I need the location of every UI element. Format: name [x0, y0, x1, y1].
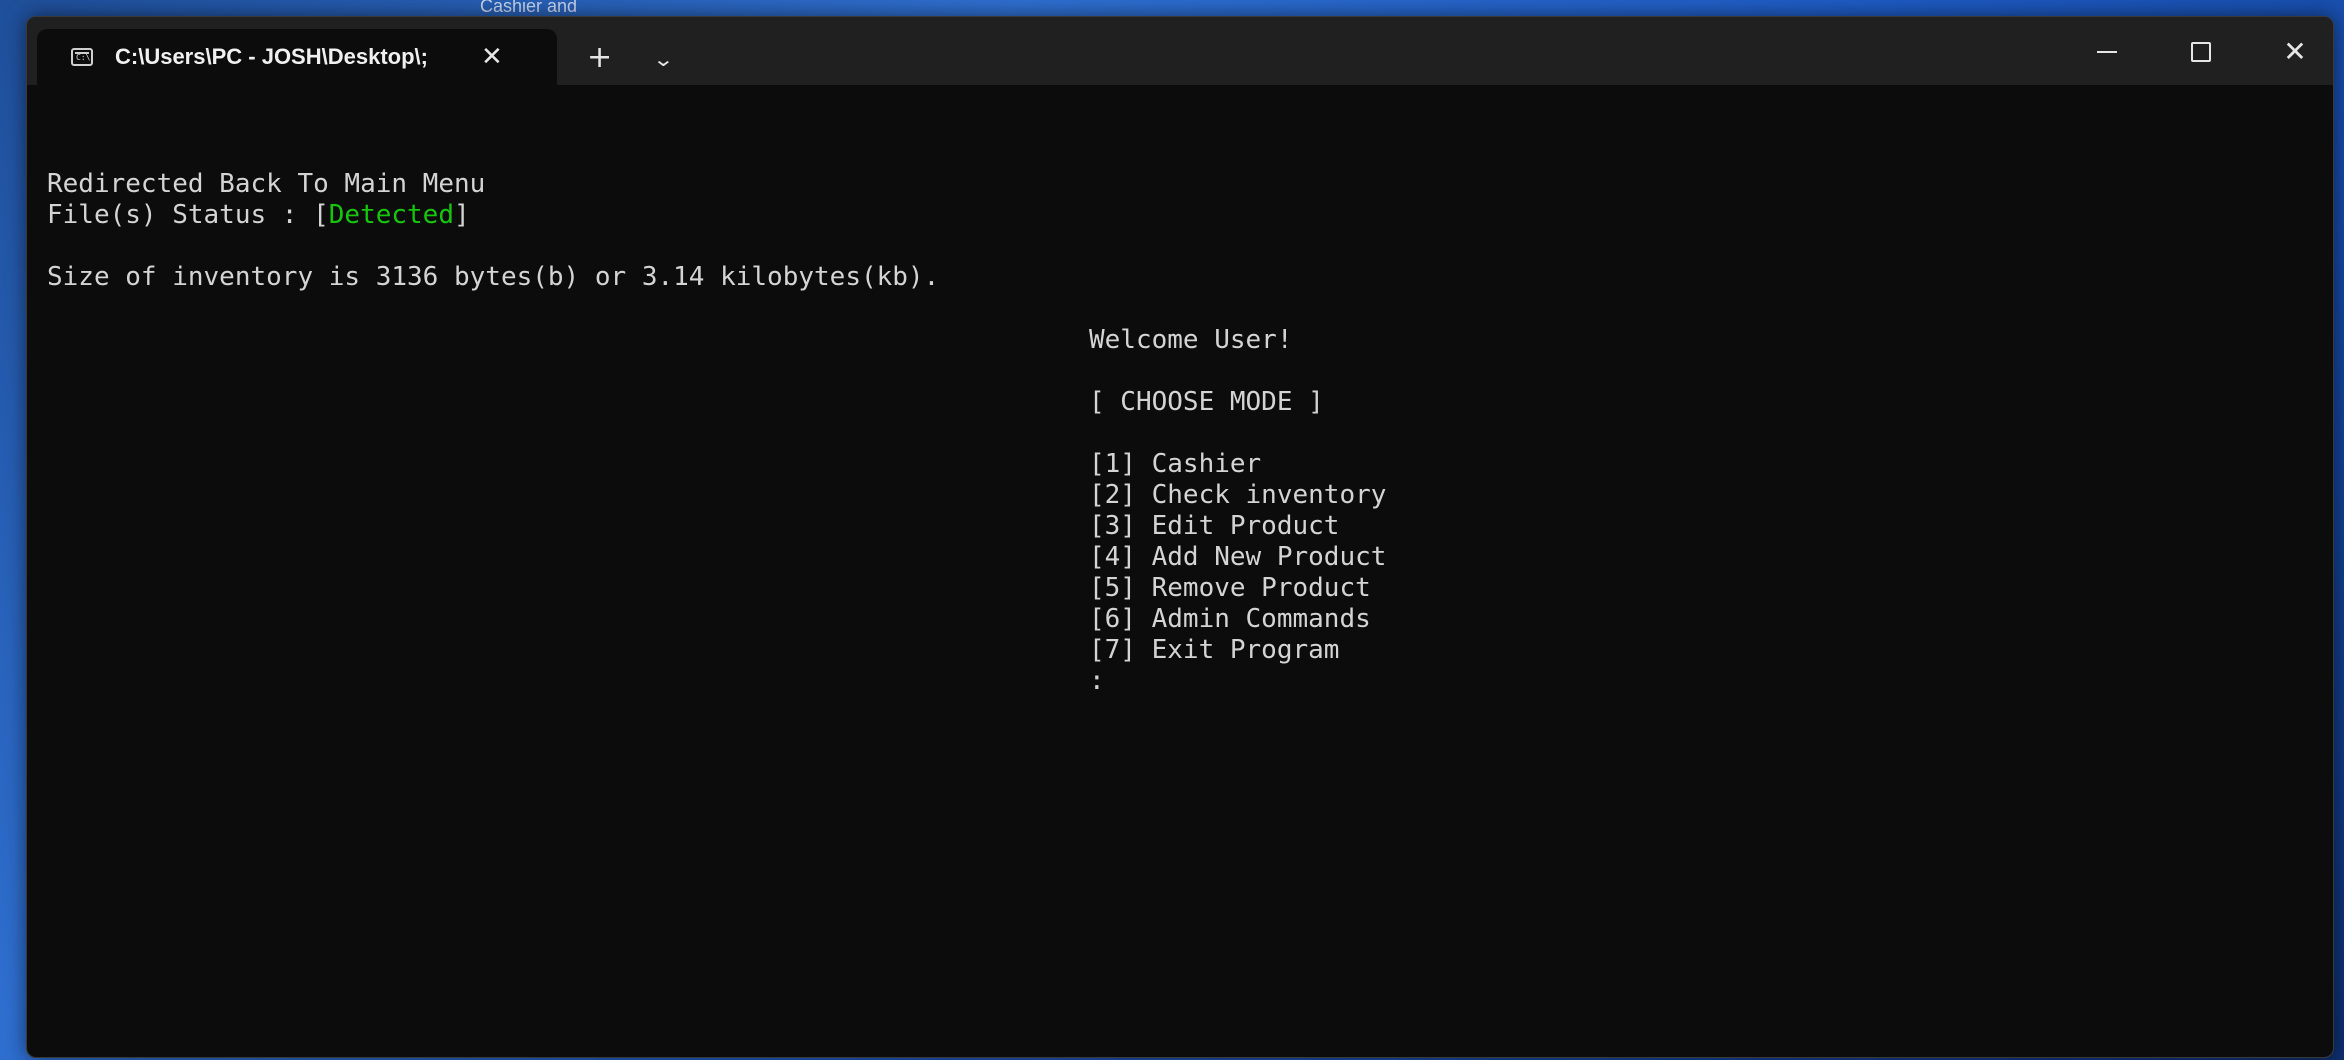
- menu-option-add-new-product: [4] Add New Product: [1089, 542, 1387, 572]
- file-status-value: Detected: [328, 200, 454, 230]
- tab-title: C:\Users\PC - JOSH\Desktop\;: [115, 44, 428, 69]
- terminal-icon: C:\: [71, 48, 93, 66]
- menu-option-admin-commands: [6] Admin Commands: [1089, 604, 1371, 634]
- tab-dropdown-icon[interactable]: ⌄: [652, 47, 674, 71]
- terminal-tab[interactable]: C:\ C:\Users\PC - JOSH\Desktop\; ✕: [37, 29, 557, 85]
- file-status-line: File(s) Status : [Detected]: [47, 200, 470, 231]
- menu-option-exit-program: [7] Exit Program: [1089, 635, 1340, 665]
- menu-option-remove-product: [5] Remove Product: [1089, 573, 1371, 603]
- inventory-size-line: Size of inventory is 3136 bytes(b) or 3.…: [47, 262, 940, 292]
- minimize-button[interactable]: [2087, 37, 2127, 67]
- minimize-icon: [2097, 51, 2117, 53]
- menu-option-check-inventory: [2] Check inventory: [1089, 480, 1387, 510]
- terminal-icon-glyph: C:\: [76, 53, 91, 62]
- redirect-line: Redirected Back To Main Menu: [47, 169, 486, 199]
- tab-close-icon[interactable]: ✕: [481, 42, 503, 72]
- new-tab-button[interactable]: +: [587, 43, 612, 73]
- terminal-window: C:\ C:\Users\PC - JOSH\Desktop\; ✕ + ⌄ ✕…: [26, 16, 2334, 1058]
- maximize-button[interactable]: [2181, 37, 2221, 67]
- menu-option-edit-product: [3] Edit Product: [1089, 511, 1340, 541]
- welcome-text: Welcome User!: [1089, 325, 1293, 355]
- console-output[interactable]: Redirected Back To Main Menu File(s) Sta…: [43, 85, 2333, 1057]
- file-status-suffix: ]: [454, 200, 470, 230]
- title-bar: C:\ C:\Users\PC - JOSH\Desktop\; ✕ + ⌄ ✕: [27, 17, 2333, 85]
- choose-mode-heading: [ CHOOSE MODE ]: [1089, 387, 1324, 417]
- input-prompt[interactable]: :: [1089, 666, 1105, 697]
- maximize-icon: [2191, 42, 2211, 62]
- menu-option-cashier: [1] Cashier: [1089, 449, 1262, 479]
- close-icon: ✕: [2283, 35, 2307, 68]
- desktop-background-label: Cashier and: [480, 0, 578, 16]
- file-status-prefix: File(s) Status : [: [47, 200, 329, 230]
- close-button[interactable]: ✕: [2275, 37, 2315, 67]
